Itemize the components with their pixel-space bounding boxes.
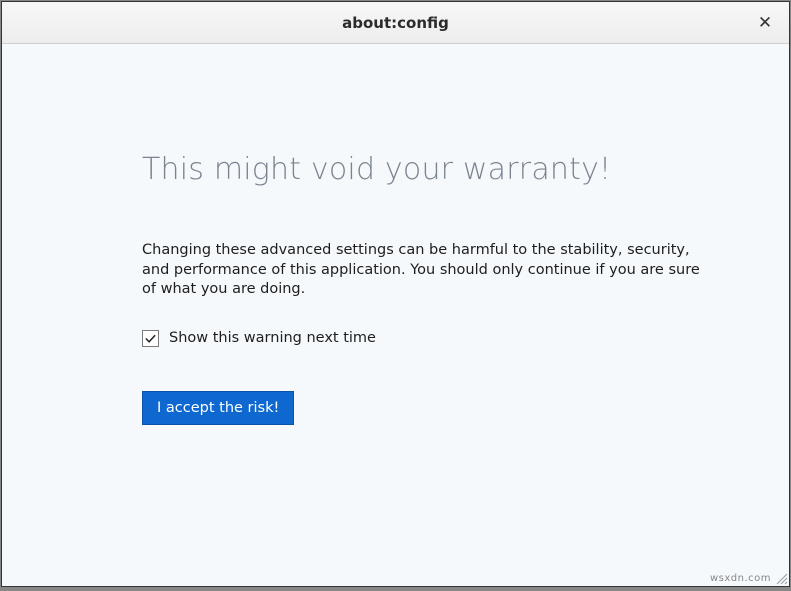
close-button[interactable]: ✕ <box>751 9 779 37</box>
show-warning-label: Show this warning next time <box>169 330 376 346</box>
warning-block: This might void your warranty! Changing … <box>142 152 722 425</box>
window-title: about:config <box>342 14 449 32</box>
warning-body: Changing these advanced settings can be … <box>142 241 717 300</box>
warning-heading: This might void your warranty! <box>142 152 722 187</box>
watermark: wsxdn.com <box>710 573 771 584</box>
resize-grip-icon[interactable] <box>774 571 788 585</box>
content-area: This might void your warranty! Changing … <box>2 44 789 586</box>
checkmark-icon <box>144 332 157 345</box>
accept-risk-button[interactable]: I accept the risk! <box>142 391 294 425</box>
show-warning-checkbox[interactable] <box>142 330 159 347</box>
titlebar: about:config ✕ <box>2 2 789 44</box>
app-window: about:config ✕ This might void your warr… <box>1 1 790 587</box>
close-icon: ✕ <box>758 13 772 33</box>
show-warning-checkbox-row: Show this warning next time <box>142 330 722 347</box>
